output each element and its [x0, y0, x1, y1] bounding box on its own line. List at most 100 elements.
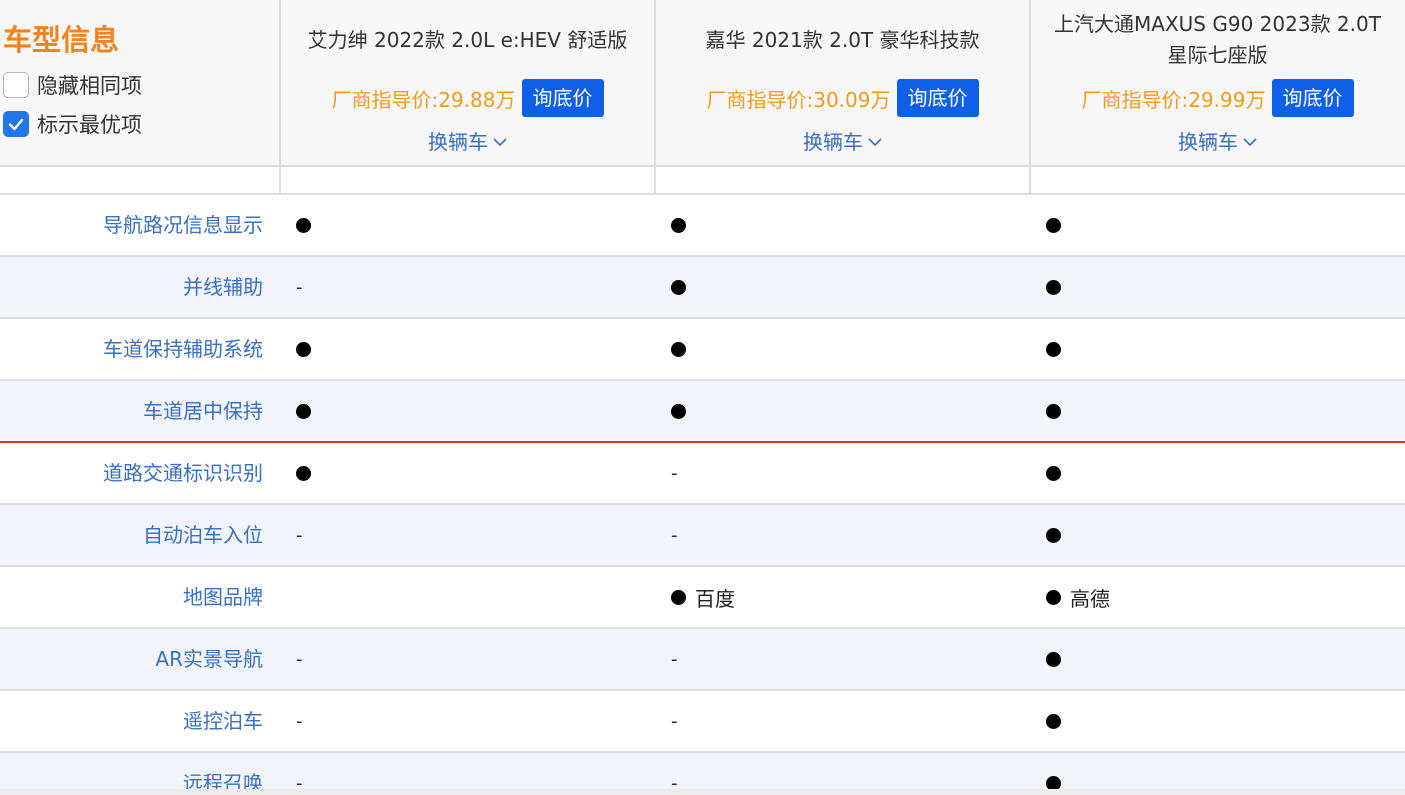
- table-row: 车道保持辅助系统: [0, 317, 1405, 379]
- table-cell: [1046, 629, 1061, 689]
- table-cell: [1046, 691, 1061, 751]
- price-row: 厂商指导价: 30.09万 询底价: [656, 79, 1029, 117]
- table-cell: [296, 319, 311, 379]
- table-row: 车道居中保持: [0, 379, 1405, 441]
- table-cell: [1046, 443, 1061, 503]
- mark-best-label: 标示最优项: [37, 113, 142, 137]
- table-cell: [1046, 381, 1061, 441]
- car-column-1: 艾力绅 2022款 2.0L e:HEV 舒适版 厂商指导价: 29.88万 询…: [281, 0, 654, 165]
- filled-dot-icon: [1046, 217, 1061, 233]
- ask-price-button[interactable]: 询底价: [1271, 79, 1354, 117]
- hide-same-toggle[interactable]: 隐藏相同项: [3, 70, 142, 100]
- table-cell: -: [671, 505, 678, 565]
- filled-dot-icon: [1046, 589, 1061, 605]
- price-value: 30.09万: [813, 87, 891, 112]
- filled-dot-icon: [296, 217, 311, 233]
- price-row: 厂商指导价: 29.88万 询底价: [281, 79, 654, 117]
- table-row: 并线辅助 -: [0, 255, 1405, 317]
- table-cell: [296, 443, 311, 503]
- filled-dot-icon: [1046, 465, 1061, 481]
- car-name: 嘉华 2021款 2.0T 豪华科技款: [705, 27, 980, 52]
- switch-car-link[interactable]: 换辆车: [656, 126, 1029, 154]
- table-row: 自动泊车入位 - -: [0, 503, 1405, 565]
- row-label: 地图品牌: [183, 585, 263, 609]
- row-label: AR实景导航: [155, 647, 263, 671]
- cell-value: 百度: [695, 586, 735, 611]
- table-cell: [1046, 319, 1061, 379]
- table-row: 遥控泊车 - -: [0, 689, 1405, 751]
- filled-dot-icon: [1046, 341, 1061, 357]
- switch-car-label: 换辆车: [803, 130, 863, 154]
- filled-dot-icon: [1046, 403, 1061, 419]
- ask-price-button[interactable]: 询底价: [521, 79, 604, 117]
- price-row: 厂商指导价: 29.99万 询底价: [1031, 79, 1404, 117]
- cell-value: -: [671, 462, 678, 484]
- filled-dot-icon: [1046, 713, 1061, 729]
- table-row: 地图品牌 百度 高德: [0, 565, 1405, 627]
- cell-value: -: [296, 276, 303, 298]
- car-column-3: 上汽大通MAXUS G90 2023款 2.0T 星际七座版 厂商指导价: 29…: [1031, 0, 1404, 165]
- chevron-down-icon: [1243, 138, 1257, 147]
- row-label: 并线辅助: [183, 275, 263, 299]
- row-label: 车道居中保持: [143, 399, 263, 423]
- table-cell: -: [296, 629, 303, 689]
- table-row: 导航路况信息显示: [0, 193, 1405, 255]
- car-name: 艾力绅 2022款 2.0L e:HEV 舒适版: [307, 27, 628, 52]
- chevron-down-icon: [868, 138, 882, 147]
- cell-value: -: [296, 710, 303, 732]
- car-column-2: 嘉华 2021款 2.0T 豪华科技款 厂商指导价: 30.09万 询底价 换辆…: [656, 0, 1029, 165]
- ask-price-button[interactable]: 询底价: [896, 79, 979, 117]
- hide-same-label: 隐藏相同项: [37, 74, 142, 98]
- car-name: 上汽大通MAXUS G90 2023款 2.0T 星际七座版: [1054, 12, 1381, 67]
- table-row: AR实景导航 - -: [0, 627, 1405, 689]
- price-label: 厂商指导价:: [706, 87, 814, 112]
- cell-value: -: [671, 524, 678, 546]
- filled-dot-icon: [671, 403, 686, 419]
- mark-best-toggle[interactable]: 标示最优项: [3, 109, 142, 139]
- filled-dot-icon: [1046, 651, 1061, 667]
- filled-dot-icon: [671, 341, 686, 357]
- table-cell: -: [296, 257, 303, 317]
- row-label: 自动泊车入位: [143, 523, 263, 547]
- table-cell: [671, 319, 686, 379]
- switch-car-link[interactable]: 换辆车: [281, 126, 654, 154]
- table-cell: -: [671, 443, 678, 503]
- table-cell: -: [296, 505, 303, 565]
- table-cell: [1046, 195, 1061, 255]
- switch-car-label: 换辆车: [428, 130, 488, 154]
- switch-car-link[interactable]: 换辆车: [1031, 126, 1404, 154]
- sticky-header: 车型信息 隐藏相同项 标示最优项 艾力绅 2022款 2.0L e:HEV 舒适…: [0, 0, 1405, 167]
- row-label: 车道保持辅助系统: [103, 337, 263, 361]
- table-row: 道路交通标识识别 -: [0, 441, 1405, 503]
- table-cell: [671, 381, 686, 441]
- table-cell: [671, 257, 686, 317]
- table-cell: -: [296, 691, 303, 751]
- price-value: 29.88万: [438, 87, 516, 112]
- cell-value: -: [671, 648, 678, 670]
- price-value: 29.99万: [1188, 87, 1266, 112]
- section-title: 车型信息: [3, 23, 120, 57]
- price-label: 厂商指导价:: [1081, 87, 1189, 112]
- checkbox-unchecked-icon[interactable]: [3, 72, 29, 98]
- table-cell: [296, 195, 311, 255]
- filled-dot-icon: [671, 217, 686, 233]
- row-label: 道路交通标识识别: [103, 461, 263, 485]
- switch-car-label: 换辆车: [1178, 130, 1238, 154]
- row-label: 遥控泊车: [183, 709, 263, 733]
- table-cell: 百度: [671, 567, 735, 627]
- filled-dot-icon: [296, 341, 311, 357]
- table-cell: [671, 195, 686, 255]
- horizontal-scrollbar[interactable]: [0, 789, 1405, 795]
- table-cell: [1046, 505, 1061, 565]
- filled-dot-icon: [1046, 279, 1061, 295]
- cell-value: -: [296, 648, 303, 670]
- filled-dot-icon: [671, 279, 686, 295]
- table-cell: [296, 381, 311, 441]
- table-cell: 高德: [1046, 567, 1110, 627]
- filled-dot-icon: [1046, 527, 1061, 543]
- filled-dot-icon: [296, 465, 311, 481]
- checkbox-checked-icon[interactable]: [3, 111, 29, 137]
- table-cell: -: [671, 691, 678, 751]
- table-cell: [1046, 257, 1061, 317]
- filled-dot-icon: [296, 403, 311, 419]
